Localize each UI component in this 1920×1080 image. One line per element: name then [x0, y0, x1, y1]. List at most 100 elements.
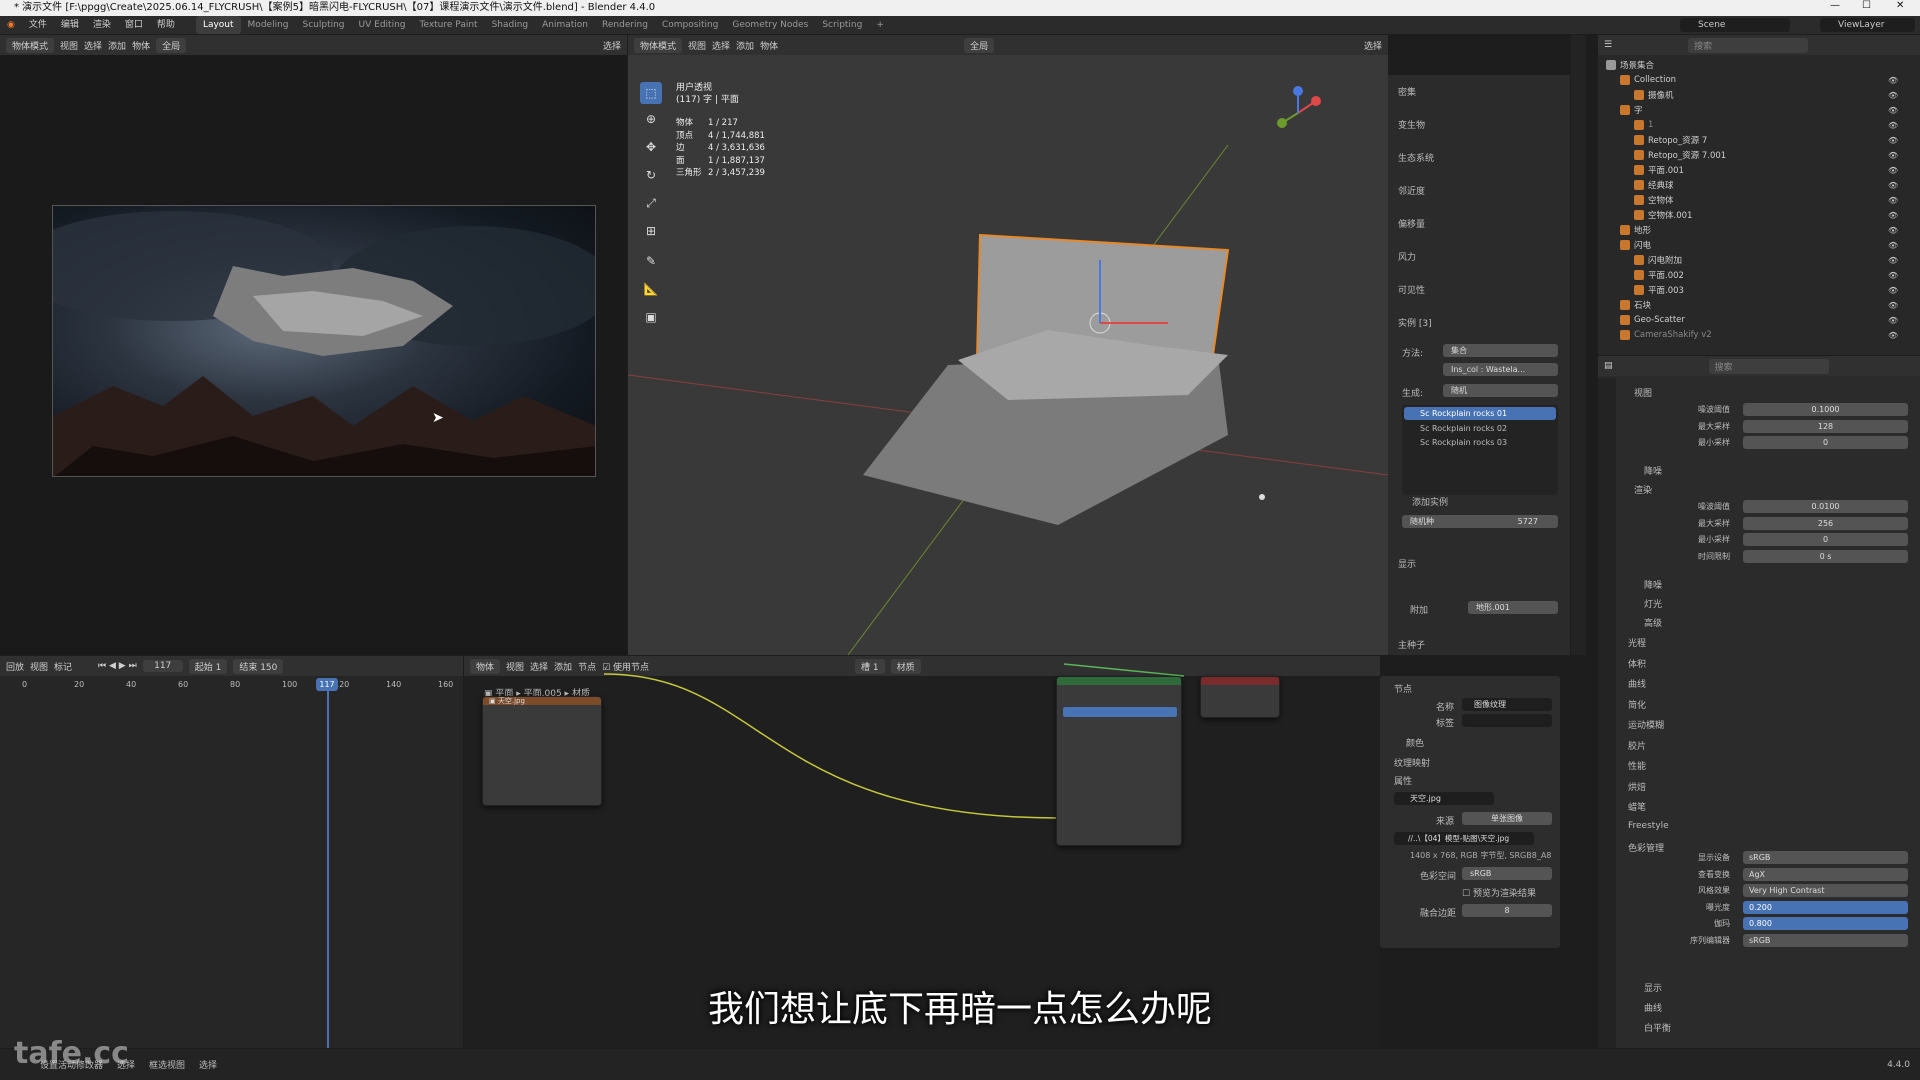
visibility-eye-icon[interactable]: 👁	[1888, 256, 1898, 265]
source-dropdown[interactable]: 单张图像	[1462, 812, 1552, 825]
section-offset[interactable]: 偏移量	[1398, 217, 1425, 230]
texture-mapping-section[interactable]: 纹理映射	[1394, 756, 1430, 769]
add-workspace-icon[interactable]: +	[869, 16, 891, 34]
properties-group[interactable]: 曲线	[1628, 677, 1646, 690]
tab-animation[interactable]: Animation	[535, 16, 595, 34]
tab-modeling[interactable]: Modeling	[241, 16, 296, 34]
property-field[interactable]: 0.800	[1743, 917, 1908, 930]
outliner-item[interactable]: 空物体 👁	[1598, 192, 1920, 208]
property-field[interactable]: sRGB	[1743, 851, 1908, 864]
tab-geometry-nodes[interactable]: Geometry Nodes	[725, 16, 815, 34]
rotate-tool-icon[interactable]: ↻	[640, 164, 662, 186]
viewport-global[interactable]: 全局	[964, 37, 995, 53]
menu-file[interactable]: 文件	[22, 16, 54, 34]
viewport-sampling-section[interactable]: 视图	[1634, 386, 1652, 399]
property-field[interactable]: 256	[1743, 516, 1908, 530]
colorspace-dropdown[interactable]: sRGB	[1462, 867, 1552, 880]
move-tool-icon[interactable]: ✥	[640, 136, 662, 158]
seed-field[interactable]: 随机种 5727	[1402, 515, 1558, 528]
viewport-menu-view[interactable]: 视图	[688, 39, 706, 52]
visibility-eye-icon[interactable]: 👁	[1888, 211, 1898, 220]
instance-list-item-1[interactable]: Sc Rockplain rocks 01	[1404, 407, 1556, 420]
render-advanced[interactable]: 高级	[1644, 616, 1662, 629]
instances-title[interactable]: 实例 [3]	[1398, 316, 1432, 329]
timeline-menu-marker[interactable]: 标记	[54, 660, 72, 673]
outliner-item[interactable]: 平面.001 👁	[1598, 162, 1920, 178]
outliner-item[interactable]: 经典球 👁	[1598, 177, 1920, 193]
properties-group[interactable]: Freestyle	[1628, 821, 1669, 831]
properties-group[interactable]: 蜡笔	[1628, 800, 1646, 813]
outliner-item[interactable]: 闪电附加 👁	[1598, 252, 1920, 268]
visibility-eye-icon[interactable]: 👁	[1888, 226, 1898, 235]
master-seed-label[interactable]: 主种子	[1398, 638, 1425, 651]
properties-group[interactable]: 简化	[1628, 698, 1646, 711]
tab-sculpting[interactable]: Sculpting	[296, 16, 352, 34]
visibility-eye-icon[interactable]: 👁	[1888, 316, 1898, 325]
menu-edit[interactable]: 编辑	[54, 16, 86, 34]
viewport-denoise[interactable]: 降噪	[1644, 464, 1662, 477]
visibility-eye-icon[interactable]: 👁	[1888, 286, 1898, 295]
add-cube-tool-icon[interactable]: ▣	[640, 306, 662, 328]
method-dropdown[interactable]: 集合	[1443, 344, 1558, 357]
visibility-eye-icon[interactable]: 👁	[1888, 271, 1898, 280]
instance-list-item-2[interactable]: Sc Rockplain rocks 02	[1420, 424, 1507, 433]
property-field[interactable]: 0	[1743, 436, 1908, 449]
image-texture-node[interactable]: ▣ 天空.jpg	[482, 696, 602, 806]
maximize-icon[interactable]: ☐	[1862, 0, 1871, 11]
property-field[interactable]: 0.200	[1743, 900, 1908, 914]
section-ecosystem[interactable]: 生态系统	[1398, 151, 1434, 164]
visibility-eye-icon[interactable]: 👁	[1888, 91, 1898, 100]
outliner-item[interactable]: 摄像机 👁	[1598, 87, 1920, 103]
minimize-icon[interactable]: —	[1830, 0, 1840, 11]
image-datablock-field[interactable]: 天空.jpg	[1394, 792, 1494, 805]
viewport-menu-add[interactable]: 添加	[736, 39, 754, 52]
section-density[interactable]: 密集	[1398, 85, 1416, 98]
collection-field[interactable]: Ins_col : Wastela...	[1443, 363, 1558, 376]
node-name-field[interactable]: 图像纹理	[1462, 698, 1552, 711]
blender-logo-icon[interactable]: ◉	[0, 16, 22, 34]
node-label-field[interactable]	[1462, 714, 1552, 727]
sidebar-tabs[interactable]	[1571, 35, 1586, 655]
properties-group[interactable]: 性能	[1628, 759, 1646, 772]
select-tool-icon[interactable]: ⬚	[640, 82, 662, 104]
end-frame-field[interactable]: 结束 150	[233, 658, 284, 674]
properties-group[interactable]: 烘焙	[1628, 780, 1646, 793]
image-editor-menu-select[interactable]: 选择	[84, 39, 102, 52]
transform-tool-icon[interactable]: ⊞	[640, 220, 662, 242]
principled-bsdf-header[interactable]	[1057, 677, 1181, 685]
outliner-item[interactable]: 石块 👁	[1598, 297, 1920, 313]
properties-group[interactable]: 体积	[1628, 657, 1646, 670]
render-sampling-section[interactable]: 渲染	[1634, 483, 1652, 496]
image-editor-menu-object[interactable]: 物体	[132, 39, 150, 52]
outliner-search[interactable]: 搜索	[1688, 37, 1809, 53]
properties-group[interactable]: 光程	[1628, 636, 1646, 649]
image-editor-select-label[interactable]: 选择	[603, 39, 621, 52]
tab-shading[interactable]: Shading	[485, 16, 536, 34]
play-controls-icon[interactable]: ⏮ ◀ ▶ ⏭	[98, 661, 137, 671]
outliner-item[interactable]: Collection 👁	[1598, 72, 1920, 88]
properties-section[interactable]: 属性	[1394, 774, 1412, 787]
attach-field[interactable]: 地形.001	[1468, 601, 1558, 614]
tab-layout[interactable]: Layout	[195, 16, 241, 34]
property-field[interactable]: 0 s	[1743, 549, 1908, 563]
section-visibility[interactable]: 可见性	[1398, 283, 1425, 296]
outliner-item[interactable]: Geo-Scatter 👁	[1598, 312, 1920, 328]
menu-window[interactable]: 窗口	[118, 16, 150, 34]
viewport-menu-select[interactable]: 选择	[712, 39, 730, 52]
outliner-item[interactable]: Retopo_资源 7.001 👁	[1598, 147, 1920, 163]
navigation-gizmo[interactable]	[1268, 83, 1328, 146]
timeline-menu-playback[interactable]: 回放	[6, 660, 24, 673]
outliner-item[interactable]: 平面.002 👁	[1598, 267, 1920, 283]
generate-dropdown[interactable]: 随机	[1443, 384, 1558, 397]
menu-render[interactable]: 渲染	[86, 16, 118, 34]
visibility-eye-icon[interactable]: 👁	[1888, 151, 1898, 160]
property-field[interactable]: Very High Contrast	[1743, 884, 1908, 897]
visibility-eye-icon[interactable]: 👁	[1888, 76, 1898, 85]
outliner-item[interactable]: 平面.003 👁	[1598, 282, 1920, 298]
measure-tool-icon[interactable]: 📐	[640, 278, 662, 300]
tab-scripting[interactable]: Scripting	[815, 16, 869, 34]
section-ecosystem-life[interactable]: 变生物	[1398, 118, 1425, 131]
properties-tabs[interactable]	[1598, 378, 1616, 1048]
tab-texture-paint[interactable]: Texture Paint	[412, 16, 484, 34]
current-frame-field[interactable]: 117	[142, 660, 183, 672]
